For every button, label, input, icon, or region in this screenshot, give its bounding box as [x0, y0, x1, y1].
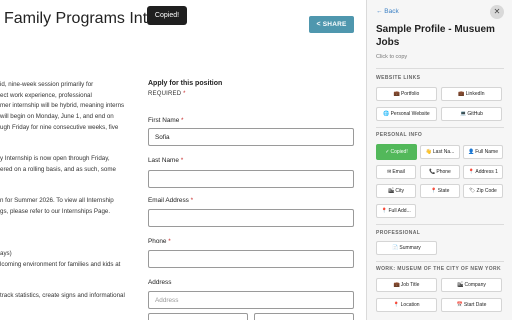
section-website-links: WEBSITE LINKS [376, 75, 421, 81]
address-sub-field[interactable] [254, 313, 354, 320]
desc-line: ugh Friday for nine consecutive weeks, f… [0, 123, 119, 131]
share-icon: < [316, 21, 321, 28]
address-field[interactable] [148, 291, 354, 309]
back-link[interactable]: ← Back [376, 8, 399, 15]
email-field[interactable] [148, 209, 354, 227]
phone-icon: 📞 [429, 169, 436, 175]
chip-email[interactable]: ✉Email [376, 165, 416, 179]
section-professional: PROFESSIONAL [376, 230, 421, 236]
pin-icon: 📍 [393, 302, 400, 308]
email-label: Email Address * [148, 197, 194, 204]
section-work: WORK: MUSEUM OF THE CITY OF NEW YORK [376, 266, 502, 272]
desc-line: will begin on Monday, June 1, and end on [0, 113, 114, 121]
calendar-icon: 📅 [456, 302, 463, 308]
chip-last-name[interactable]: 👋Last Na... [420, 145, 460, 159]
desc-line: n for Summer 2026. To view all Internshi… [0, 197, 114, 204]
chip-linkedin[interactable]: 💼LinkedIn [441, 87, 502, 101]
check-icon: ✓ [385, 149, 390, 155]
phone-label: Phone * [148, 238, 171, 245]
pin-icon: 📍 [381, 208, 388, 214]
desc-line: mer internship will be hybrid, meaning i… [0, 102, 125, 110]
divider [376, 261, 504, 262]
chip-portfolio[interactable]: 💼Portfolio [376, 87, 437, 101]
address-sub-field[interactable] [148, 313, 248, 320]
chip-location[interactable]: 📍Location [376, 298, 437, 312]
person-icon: 👤 [467, 149, 475, 155]
share-button[interactable]: < SHARE [309, 16, 354, 33]
chip-state[interactable]: 📍State [420, 184, 460, 198]
pin-icon: 📍 [468, 169, 475, 175]
globe-icon: 🌐 [383, 111, 390, 117]
first-name-label: First Name * [148, 117, 184, 124]
desc-line: y Internship is now open through Friday, [0, 155, 110, 162]
chip-full-address[interactable]: 📍Full Add... [376, 204, 416, 218]
desc-line: ays) [0, 250, 12, 257]
chip-first-name-copied[interactable]: ✓Copied! [376, 144, 417, 160]
pin-icon: 📍 [430, 188, 437, 194]
buildings-icon: 🏙 [388, 188, 395, 194]
first-name-field[interactable] [148, 128, 354, 146]
buildings-icon: 🏙 [457, 282, 464, 288]
chip-company[interactable]: 🏙Company [441, 278, 502, 292]
application-form-header: Apply for this position REQUIRED * [148, 80, 358, 97]
form-heading: Apply for this position [148, 80, 223, 87]
share-label: SHARE [322, 21, 347, 28]
chip-phone[interactable]: 📞Phone [420, 165, 460, 179]
envelope-icon: ✉ [387, 169, 392, 175]
chip-city[interactable]: 🏙City [376, 184, 416, 198]
phone-field[interactable] [148, 250, 354, 268]
tag-icon: 🏷 [469, 188, 476, 194]
copied-toast: Copied! [147, 6, 187, 25]
desc-line: ect work experience, professional [0, 91, 92, 99]
profile-panel: ← Back ✕ Sample Profile - Musuem Jobs Cl… [366, 0, 512, 320]
last-name-field[interactable] [148, 170, 354, 188]
required-note: REQUIRED * [148, 91, 186, 97]
suitcase-icon: 💼 [393, 91, 400, 97]
chip-full-name[interactable]: 👤Full Name [463, 145, 503, 159]
address-label: Address [148, 279, 172, 286]
section-personal-info: PERSONAL INFO [376, 132, 423, 138]
desc-line: gs, please refer to our Internships Page… [0, 207, 111, 215]
hand-icon: 👋 [425, 149, 432, 155]
chip-start-date[interactable]: 📅Start Date [441, 298, 502, 312]
divider [376, 224, 504, 225]
chip-address1[interactable]: 📍Address 1 [463, 165, 503, 179]
chip-github[interactable]: 💻GitHub [441, 107, 502, 121]
document-icon: 📄 [392, 245, 399, 251]
desc-line: lcoming environment for families and kid… [0, 260, 121, 268]
laptop-icon: 💻 [460, 111, 467, 117]
chip-summary[interactable]: 📄Summary [376, 241, 437, 255]
suitcase-icon: 💼 [458, 91, 465, 97]
chip-personal-website[interactable]: 🌐Personal Website [376, 107, 437, 121]
divider [376, 127, 504, 128]
profile-title[interactable]: Sample Profile - Musuem Jobs [376, 23, 504, 49]
desc-line: id, nine-week session primarily for [0, 81, 94, 88]
chip-job-title[interactable]: 💼Job Title [376, 278, 437, 292]
divider [376, 68, 504, 69]
last-name-label: Last Name * [148, 157, 184, 164]
chip-zip[interactable]: 🏷Zip Code [463, 184, 503, 198]
job-page: Family Programs Interns Copied! < SHARE i… [0, 0, 366, 320]
suitcase-icon: 💼 [393, 282, 400, 288]
close-button[interactable]: ✕ [490, 5, 504, 19]
desc-line: ered on a rolling basis, and as such, so… [0, 165, 116, 173]
click-to-copy-hint: Click to copy [376, 54, 408, 60]
desc-line: track statistics, create signs and infor… [0, 292, 125, 299]
